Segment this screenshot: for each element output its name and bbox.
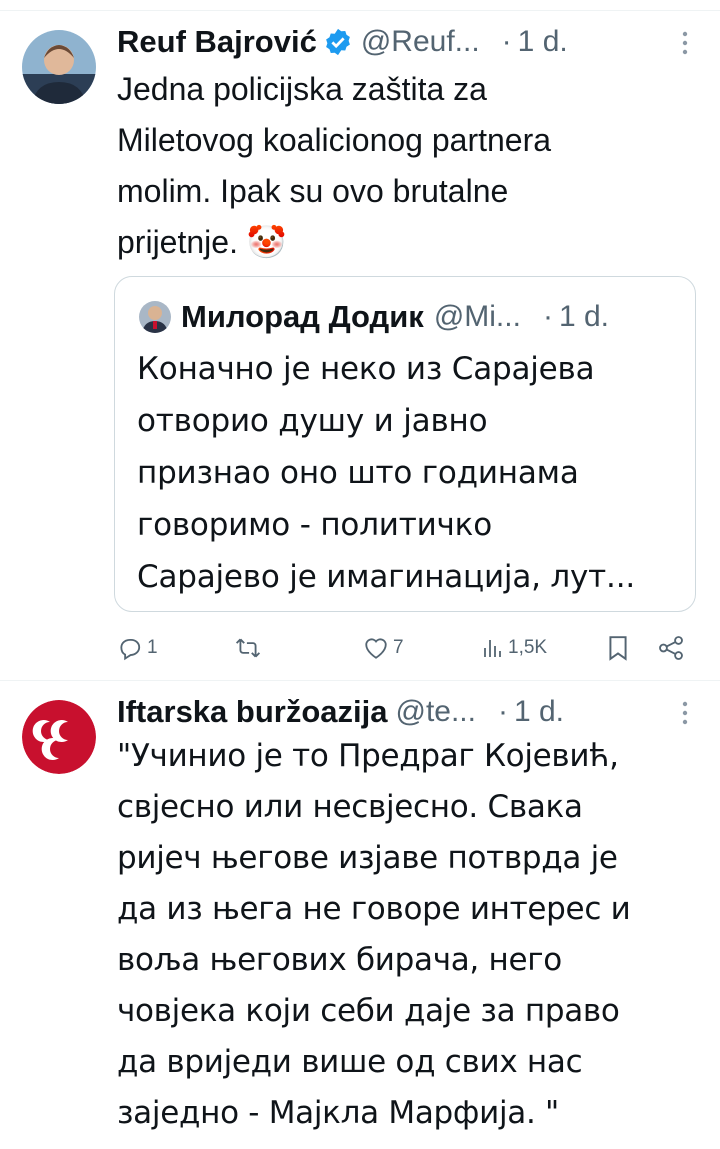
quoted-tweet[interactable]: Милорад Додик @Mi... · 1 d. Коначно је н… [114,276,696,612]
author-handle[interactable]: @Reuf... [361,25,480,59]
quoted-tweet-text: Коначно је неко из Сарајева отворио душу… [137,351,636,595]
reply-count: 1 [147,637,158,658]
view-count: 1,5K [508,637,548,658]
tweet-header: Reuf Bajrović @Reuf... · 1 d. [117,22,690,62]
like-button[interactable]: 7 [363,628,404,668]
author-name[interactable]: Reuf Bajrović [117,24,317,60]
timestamp[interactable]: 1 d. [514,695,564,729]
more-vertical-icon[interactable] [680,700,690,726]
bookmark-button[interactable] [607,628,629,668]
avatar[interactable] [22,700,96,774]
separator-dot: · [501,25,512,58]
tweet[interactable]: Iftarska buržoazija @te... · 1 d. "Учини… [0,681,720,1149]
avatar[interactable] [22,30,96,104]
more-vertical-icon[interactable] [680,30,690,56]
tweet-text: "Учинио је то Предраг Којевић, свјесно и… [117,738,631,1131]
action-bar: 1 7 1,5K [117,628,692,668]
author-name[interactable]: Iftarska buržoazija [117,694,387,730]
separator-dot: · [542,300,553,333]
heart-icon [363,636,389,660]
tweet-header: Iftarska buržoazija @te... · 1 d. [117,692,690,732]
verified-badge-icon [323,27,353,57]
retweet-icon [234,635,262,661]
reply-icon [117,635,143,661]
timestamp[interactable]: 1 d. [518,25,568,59]
share-button[interactable] [657,628,685,668]
retweet-button[interactable] [234,628,262,668]
tweet[interactable]: Reuf Bajrović @Reuf... · 1 d. Jedna poli… [0,0,720,681]
separator-dot: · [497,695,508,728]
quoted-timestamp: 1 d. [558,300,609,333]
quoted-author-name: Милорад Додик [181,299,424,334]
views-button[interactable]: 1,5K [482,628,547,668]
quoted-author-handle: @Mi... [433,300,521,333]
author-handle[interactable]: @te... [395,695,475,729]
bookmark-icon [607,635,629,661]
quoted-avatar [139,301,171,333]
share-icon [657,635,685,661]
views-chart-icon [482,637,504,659]
tweet-text: Jedna policijska zaštita za Miletovog ko… [117,71,552,260]
reply-button[interactable]: 1 [117,628,158,668]
like-count: 7 [393,637,404,658]
quoted-tweet-header: Милорад Додик @Mi... · 1 d. [139,297,679,337]
